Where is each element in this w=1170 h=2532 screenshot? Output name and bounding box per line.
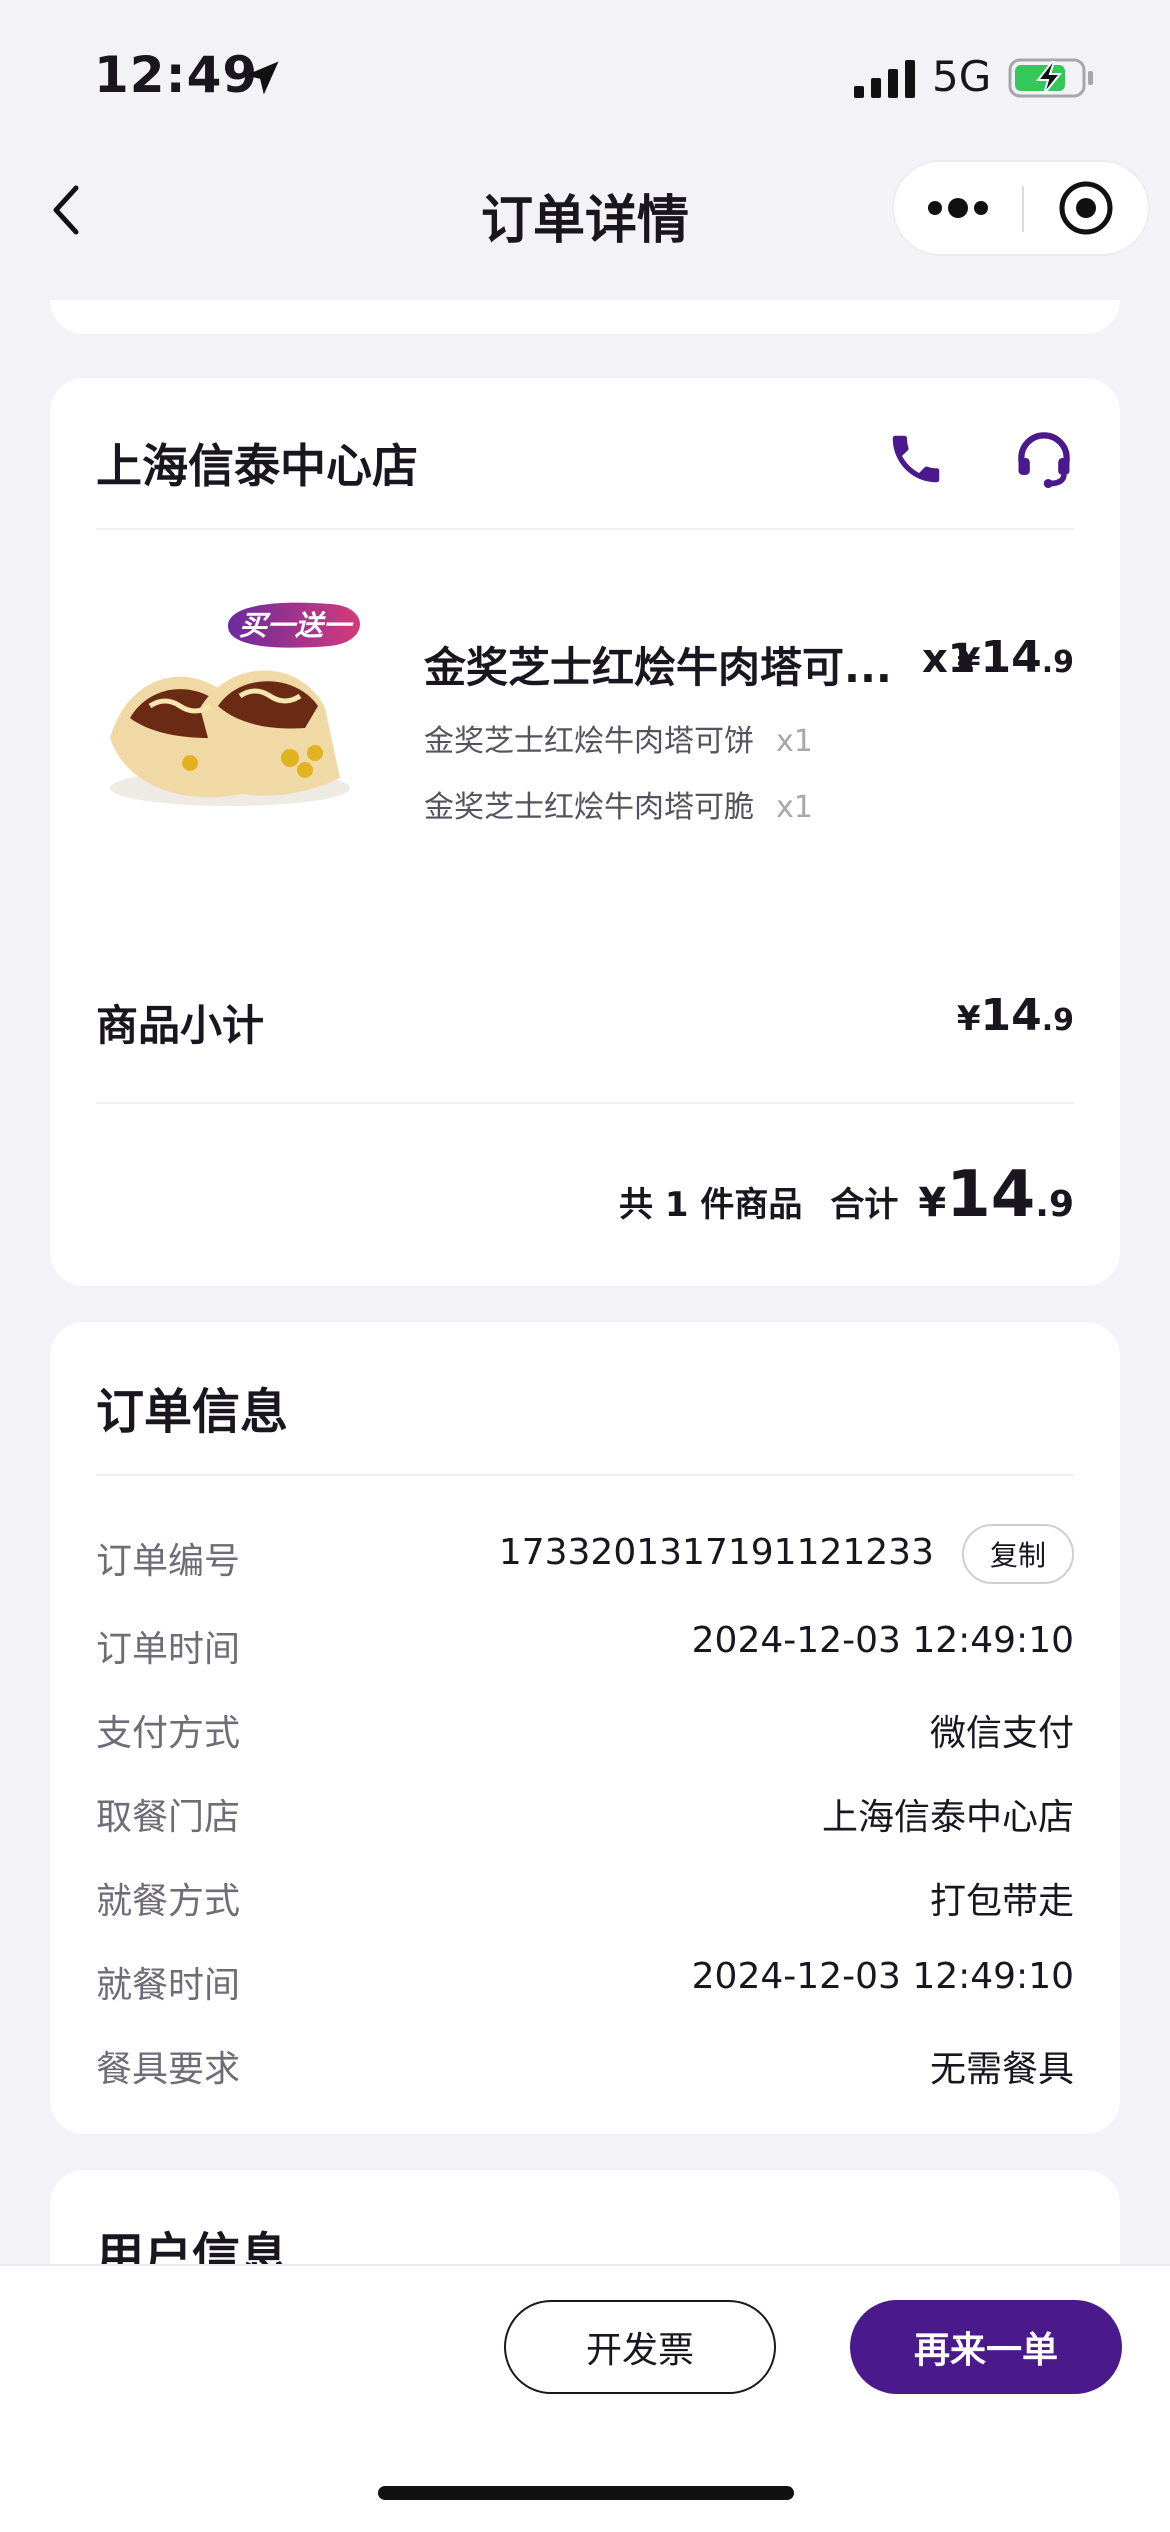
total-price: ¥14.9 — [918, 1158, 1074, 1232]
price-decimal: .9 — [1035, 1184, 1074, 1225]
item-price: ¥14.9 — [957, 632, 1074, 683]
sub-item: 金奖芝士红烩牛肉塔可饼 x1 — [424, 716, 813, 760]
sub-item: 金奖芝士红烩牛肉塔可脆 x1 — [424, 782, 813, 826]
promo-badge-text: 买一送一 — [238, 609, 351, 642]
info-value: 微信支付 — [929, 1713, 1074, 1754]
reorder-button[interactable]: 再来一单 — [850, 2300, 1122, 2394]
close-miniprogram-button[interactable] — [1024, 162, 1148, 254]
order-info-title: 订单信息 — [96, 1384, 289, 1440]
info-value: 2024-12-03 12:49:10 — [691, 1956, 1074, 1997]
navigation-bar: 订单详情 — [0, 150, 1170, 270]
order-number-value: 1733201317191121233 — [498, 1532, 934, 1573]
subtotal-price: ¥14.9 — [957, 990, 1074, 1041]
info-label: 订单编号 — [96, 1541, 241, 1582]
previous-card-edge — [50, 300, 1120, 334]
pickup-store-row: 取餐门店 上海信泰中心店 — [96, 1780, 1074, 1840]
invoice-button[interactable]: 开发票 — [504, 2300, 776, 2394]
subtotal-divider — [96, 1102, 1074, 1104]
info-value: 2024-12-03 12:49:10 — [691, 1620, 1074, 1661]
price-integer: 14 — [946, 1158, 1036, 1232]
location-arrow-icon — [245, 61, 279, 95]
sub-item-name: 金奖芝士红烩牛肉塔可饼 — [424, 724, 754, 759]
currency-symbol: ¥ — [918, 1180, 947, 1226]
store-order-card: 上海信泰中心店 买一送一 金奖芝士红烩牛肉塔可... x1 ¥14.9 金奖芝士… — [50, 378, 1120, 1286]
info-label: 支付方式 — [96, 1713, 241, 1754]
currency-symbol: ¥ — [956, 641, 981, 681]
order-info-card: 订单信息 订单编号 1733201317191121233 复制 订单时间 20… — [50, 1322, 1120, 2134]
store-name: 上海信泰中心店 — [96, 439, 418, 493]
subtotal-label: 商品小计 — [96, 1001, 265, 1050]
battery-charging-icon — [1008, 58, 1093, 98]
dining-time-row: 就餐时间 2024-12-03 12:49:10 — [96, 1948, 1074, 2008]
info-label: 就餐方式 — [96, 1881, 241, 1922]
sub-item-name: 金奖芝士红烩牛肉塔可脆 — [424, 790, 754, 825]
store-divider — [96, 528, 1074, 530]
info-label: 取餐门店 — [96, 1797, 241, 1838]
more-button[interactable] — [894, 162, 1022, 254]
info-value: 无需餐具 — [929, 2049, 1074, 2090]
price-integer: 14 — [980, 990, 1042, 1041]
order-number-row: 订单编号 1733201317191121233 复制 — [96, 1524, 1074, 1584]
info-value: 打包带走 — [929, 1881, 1074, 1922]
copy-button[interactable]: 复制 — [962, 1524, 1074, 1584]
sub-item-qty: x1 — [776, 790, 813, 825]
info-label: 订单时间 — [96, 1629, 241, 1670]
status-time: 12:49 — [94, 46, 259, 104]
item-name: 金奖芝士红烩牛肉塔可... — [424, 643, 892, 692]
tableware-row: 餐具要求 无需餐具 — [96, 2032, 1074, 2092]
phone-icon[interactable] — [885, 428, 947, 490]
price-decimal: .9 — [1041, 1003, 1074, 1038]
price-integer: 14 — [980, 632, 1042, 683]
dining-method-row: 就餐方式 打包带走 — [96, 1864, 1074, 1924]
miniprogram-capsule — [892, 160, 1150, 256]
status-bar: 12:49 5G — [0, 0, 1170, 150]
promo-badge: 买一送一 — [220, 596, 370, 652]
screen: 12:49 5G 订单详情 上海信泰中心店 买一送一 金奖芝士红烩牛肉塔可...… — [0, 0, 1170, 2532]
order-time-row: 订单时间 2024-12-03 12:49:10 — [96, 1612, 1074, 1672]
item-count: 共 1 件商品 — [619, 1185, 803, 1225]
more-dots-icon — [928, 198, 988, 218]
info-label: 就餐时间 — [96, 1965, 241, 2006]
price-decimal: .9 — [1041, 645, 1074, 680]
info-label: 餐具要求 — [96, 2049, 241, 2090]
target-close-icon — [1059, 181, 1113, 235]
home-indicator[interactable] — [378, 2486, 794, 2500]
cellular-signal-icon — [854, 60, 915, 98]
order-info-divider — [96, 1474, 1074, 1476]
info-value: 上海信泰中心店 — [821, 1797, 1074, 1838]
sub-item-qty: x1 — [776, 724, 813, 759]
total-row: 共 1 件商品 合计 ¥14.9 — [619, 1158, 1074, 1232]
currency-symbol: ¥ — [956, 999, 981, 1039]
payment-method-row: 支付方式 微信支付 — [96, 1696, 1074, 1756]
network-type: 5G — [932, 52, 992, 101]
customer-service-icon[interactable] — [1010, 424, 1078, 492]
total-label: 合计 — [830, 1185, 899, 1225]
